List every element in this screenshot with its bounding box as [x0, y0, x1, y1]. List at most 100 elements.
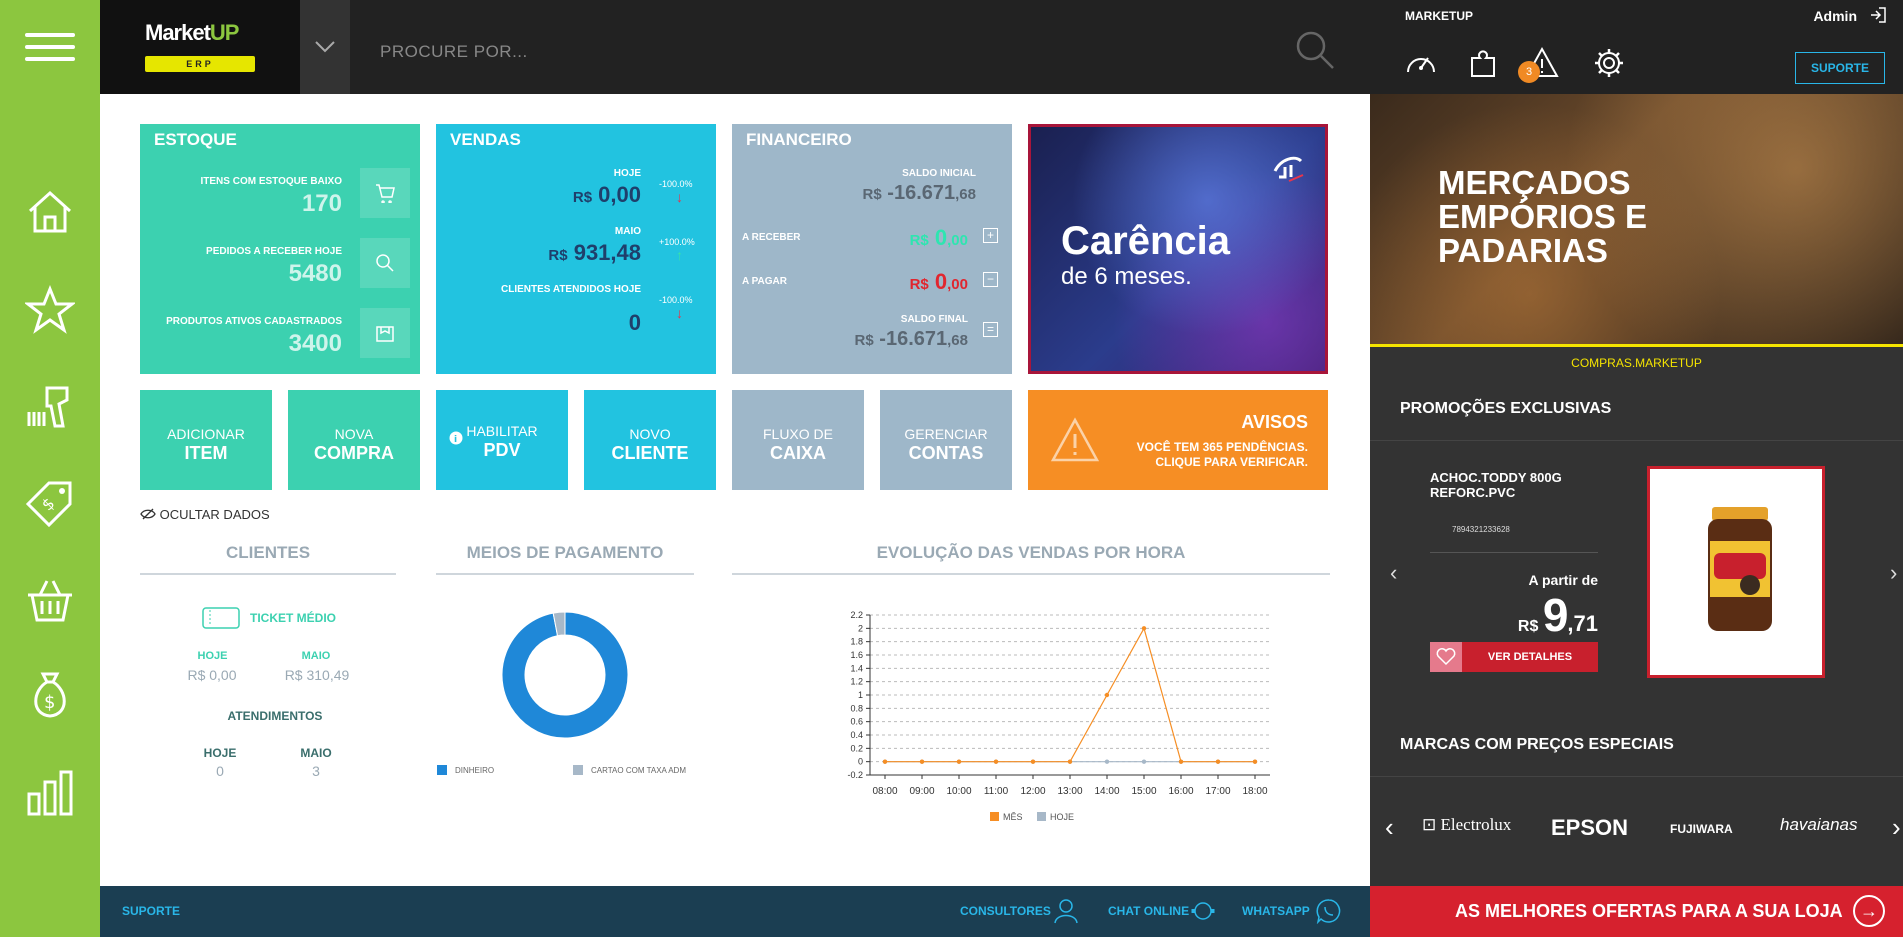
promo-next-arrow[interactable]: › [1890, 560, 1897, 586]
consultant-icon[interactable] [1053, 898, 1079, 924]
ticket-maio-label: MAIO [301, 650, 331, 662]
produtos-ativos-value: 3400 [288, 330, 342, 357]
promocoes-title: PROMOÇÕES EXCLUSIVAS [1400, 400, 1612, 417]
brand-fujiwara[interactable]: FUJIWARA [1670, 822, 1733, 836]
promo-divider [1370, 440, 1903, 441]
home-icon[interactable] [25, 187, 75, 237]
avisos-button[interactable]: AVISOS VOCÊ TEM 365 PENDÊNCIAS. CLIQUE PA… [1028, 390, 1328, 490]
puzzle-icon[interactable] [1468, 46, 1502, 80]
hourly-sales-line-chart: -0.2 0 0.2 0.4 0.6 0.8 1 1.2 1.4 1.6 1.8 2 2.2 08:00 0… [847, 610, 1270, 822]
brands-prev-arrow[interactable]: ‹ [1385, 812, 1394, 843]
gerenciar-contas-button[interactable]: GERENCIAR CONTAS [880, 390, 1012, 490]
vendas-maio-pct: +100.0% [659, 237, 695, 247]
barcode-scanner-icon[interactable] [25, 382, 75, 432]
price-currency: R$ [1517, 618, 1539, 635]
minus-button[interactable]: − [983, 272, 998, 287]
search-dropdown-button[interactable] [300, 0, 350, 94]
padarias-banner[interactable]: MERÇADOS EMPÓRIOS E PADARIAS [1370, 94, 1903, 344]
brand-electrolux[interactable]: ⊡ Electrolux [1422, 815, 1511, 835]
data-point [882, 759, 888, 764]
promo-banner[interactable]: Carência de 6 meses. [1028, 124, 1328, 374]
financeiro-card[interactable]: FINANCEIRO SALDO INICIAL R$ -16.671,68 A… [732, 124, 1012, 374]
brand-havaianas[interactable]: havaianas [1780, 815, 1858, 835]
vendas-card[interactable]: VENDAS HOJE R$ 0,00 -100.0% ↓ MAIO R$ 93… [436, 124, 716, 374]
products-button[interactable] [360, 308, 410, 358]
habilitar-pdv-button[interactable]: HABILITAR PDV i [436, 390, 568, 490]
ocultar-dados-toggle[interactable]: OCULTAR DADOS [140, 507, 270, 522]
y-tick-label: 1.6 [850, 650, 863, 660]
logo[interactable]: MarketUP ERP [100, 0, 300, 94]
ver-detalhes-button[interactable]: VER DETALHES [1462, 642, 1598, 672]
star-icon[interactable] [25, 285, 75, 335]
chat-online-link[interactable]: CHAT ONLINE [1108, 904, 1189, 918]
logout-icon[interactable] [1869, 6, 1887, 24]
whatsapp-link[interactable]: WHATSAPP [1242, 904, 1310, 918]
price-tag-icon[interactable]: $ [25, 478, 75, 528]
ofertas-label: AS MELHORES OFERTAS PARA A SUA LOJA [1455, 901, 1843, 921]
a-pagar-label: A PAGAR [742, 276, 787, 287]
marketup-label: MARKETUP [1405, 9, 1473, 23]
favorite-button[interactable] [1430, 642, 1462, 672]
nova-compra-button[interactable]: NOVA COMPRA [288, 390, 420, 490]
toddy-jar-image [1708, 507, 1772, 631]
saldo-inicial-value: R$ -16.671,68 [863, 182, 976, 205]
data-point [1067, 759, 1073, 764]
headset-icon[interactable] [1190, 898, 1216, 924]
brand-electrolux-label: Electrolux [1440, 815, 1512, 834]
gear-icon[interactable] [1592, 46, 1626, 80]
whatsapp-icon[interactable] [1316, 898, 1342, 924]
atendimentos-maio-label: MAIO [300, 746, 332, 760]
vendas-hoje-label: HOJE [613, 168, 641, 179]
product-code: 7894321233628 [1452, 525, 1510, 534]
a-pagar-currency: R$ [909, 276, 929, 293]
arrow-down-icon: ↓ [676, 305, 683, 321]
product-image[interactable] [1647, 466, 1825, 678]
bar-chart-icon[interactable] [25, 768, 75, 818]
basket-icon[interactable] [25, 575, 75, 625]
estoque-card[interactable]: ESTOQUE ITENS COM ESTOQUE BAIXO 170 PEDI… [140, 124, 420, 374]
left-sidebar: $ $ [0, 0, 100, 937]
y-tick-label: 2.2 [850, 610, 863, 620]
consultores-link[interactable]: CONSULTORES [960, 904, 1051, 918]
promo-prev-arrow[interactable]: ‹ [1390, 560, 1397, 586]
footer-suporte-link[interactable]: SUPORTE [122, 904, 180, 918]
arrow-down-icon: ↓ [676, 189, 683, 205]
adicionar-item-button[interactable]: ADICIONAR ITEM [140, 390, 272, 490]
cart-button[interactable] [360, 168, 410, 218]
y-tick-label: 1 [858, 690, 863, 700]
action-line2: CLIENTE [611, 443, 689, 463]
promo-subtitle: de 6 meses. [1061, 263, 1192, 290]
produtos-ativos-label: PRODUTOS ATIVOS CADASTRADOS [166, 316, 342, 327]
fluxo-caixa-button[interactable]: FLUXO DE CAIXA [732, 390, 864, 490]
equals-button[interactable]: = [983, 322, 998, 337]
brands-next-arrow[interactable]: › [1892, 812, 1901, 843]
admin-user-menu[interactable]: Admin [1813, 8, 1857, 24]
avisos-title: AVISOS [1241, 412, 1308, 432]
avisos-line2: CLIQUE PARA VERIFICAR. [1155, 455, 1308, 469]
dashboard-speedometer-icon[interactable] [1404, 46, 1438, 80]
info-icon[interactable]: i [449, 431, 463, 445]
footer: SUPORTE CONSULTORES CHAT ONLINE WHATSAPP [100, 886, 1370, 937]
action-line2: CONTAS [908, 443, 984, 463]
x-tick-label: 17:00 [1205, 786, 1230, 797]
vendas-maio-value: R$ 931,48 [548, 240, 641, 266]
heart-icon [1436, 648, 1456, 666]
money-bag-icon[interactable]: $ [25, 670, 75, 720]
search-pedidos-button[interactable] [360, 238, 410, 288]
legend-swatch-cartao [573, 765, 583, 775]
suporte-button[interactable]: SUPORTE [1795, 52, 1885, 84]
data-point [1252, 759, 1258, 764]
melhores-ofertas-banner[interactable]: AS MELHORES OFERTAS PARA A SUA LOJA → [1370, 886, 1903, 937]
data-point [956, 759, 962, 764]
novo-cliente-button[interactable]: NOVO CLIENTE [584, 390, 716, 490]
plus-button[interactable]: + [983, 228, 998, 243]
price-integer: 9 [1542, 589, 1569, 641]
compras-marketup-link[interactable]: COMPRAS.MARKETUP [1370, 356, 1903, 370]
x-tick-label: 12:00 [1020, 786, 1045, 797]
hamburger-menu-button[interactable] [0, 0, 100, 94]
search-icon[interactable] [1295, 30, 1335, 70]
banner-title: MERÇADOS EMPÓRIOS E PADARIAS [1438, 164, 1648, 269]
search-input[interactable]: PROCURE POR... [380, 42, 528, 62]
data-point [919, 759, 925, 764]
brand-epson[interactable]: EPSON [1551, 815, 1628, 841]
